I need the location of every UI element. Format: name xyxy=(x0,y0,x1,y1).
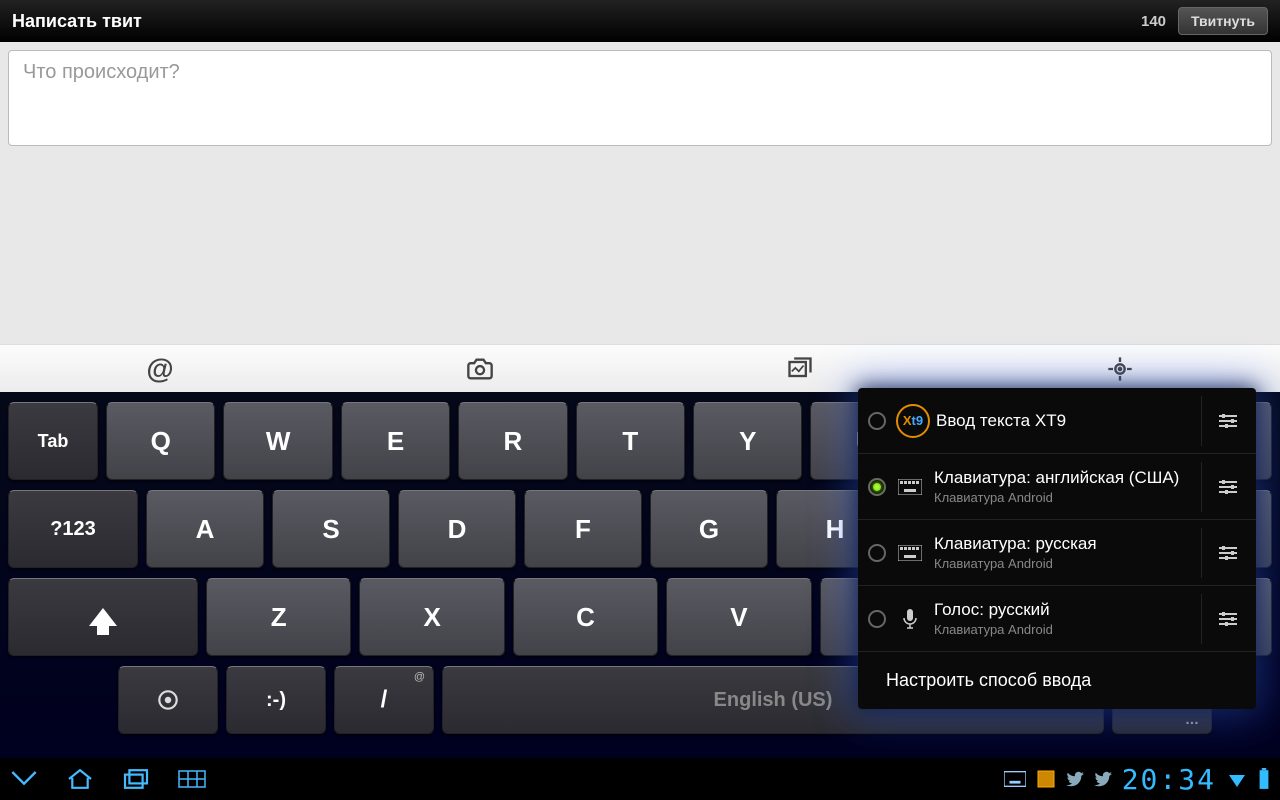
input-method-voice[interactable]: Голос: русский Клавиатура Android xyxy=(858,586,1256,652)
battery-icon xyxy=(1258,768,1270,790)
input-method-xt9[interactable]: Xt9 Ввод текста XT9 xyxy=(858,388,1256,454)
system-navbar: 20:34 xyxy=(0,758,1280,800)
input-method-settings[interactable] xyxy=(1206,475,1250,499)
twitter-icon[interactable] xyxy=(1094,771,1112,787)
keyboard-icon xyxy=(896,543,924,563)
key-tab[interactable]: Tab xyxy=(8,402,98,480)
mic-icon xyxy=(896,609,924,629)
configure-input-method[interactable]: Настроить способ ввода xyxy=(858,652,1256,709)
key-w[interactable]: W xyxy=(223,402,332,480)
radio-icon xyxy=(868,544,886,562)
key-y[interactable]: Y xyxy=(693,402,802,480)
notification-icon[interactable] xyxy=(1036,769,1056,789)
sliders-icon xyxy=(1216,409,1240,433)
recent-apps-icon[interactable] xyxy=(122,768,150,790)
home-icon[interactable] xyxy=(66,768,94,790)
input-method-english[interactable]: Клавиатура: английская (США) Клавиатура … xyxy=(858,454,1256,520)
key-s[interactable]: S xyxy=(272,490,390,568)
sliders-icon xyxy=(1216,475,1240,499)
header: Написать твит 140 Твитнуть xyxy=(0,0,1280,42)
key-g[interactable]: G xyxy=(650,490,768,568)
key-settings[interactable] xyxy=(118,666,218,734)
key-x[interactable]: X xyxy=(359,578,504,656)
wifi-icon xyxy=(1226,769,1248,789)
radio-icon xyxy=(868,610,886,628)
radio-icon xyxy=(868,412,886,430)
key-z[interactable]: Z xyxy=(206,578,351,656)
key-slash[interactable]: / @ xyxy=(334,666,434,734)
location-button[interactable] xyxy=(960,345,1280,392)
char-counter: 140 xyxy=(1141,13,1166,30)
shift-icon xyxy=(89,608,117,626)
back-icon[interactable] xyxy=(10,768,38,790)
camera-icon xyxy=(466,355,494,383)
input-method-popup: Xt9 Ввод текста XT9 Клавиатура: английск… xyxy=(858,388,1256,709)
key-d[interactable]: D xyxy=(398,490,516,568)
radio-icon xyxy=(868,478,886,496)
sliders-icon xyxy=(1216,607,1240,631)
key-r[interactable]: R xyxy=(458,402,567,480)
input-method-settings[interactable] xyxy=(1206,607,1250,631)
key-v[interactable]: V xyxy=(666,578,811,656)
key-q[interactable]: Q xyxy=(106,402,215,480)
gear-icon xyxy=(155,687,181,713)
location-icon xyxy=(1106,355,1134,383)
grid-icon[interactable] xyxy=(178,768,206,790)
page-title: Написать твит xyxy=(12,11,142,32)
gallery-icon xyxy=(786,355,814,383)
key-e[interactable]: E xyxy=(341,402,450,480)
clock: 20:34 xyxy=(1122,763,1216,796)
input-method-settings[interactable] xyxy=(1206,409,1250,433)
key-t[interactable]: T xyxy=(576,402,685,480)
content-area xyxy=(0,154,1280,344)
xt9-icon: Xt9 xyxy=(896,404,930,438)
keyboard-icon xyxy=(896,477,924,497)
compose-toolbar: @ xyxy=(0,344,1280,392)
tweet-button[interactable]: Твитнуть xyxy=(1178,7,1268,35)
input-method-russian[interactable]: Клавиатура: русская Клавиатура Android xyxy=(858,520,1256,586)
camera-button[interactable] xyxy=(320,345,640,392)
key-shift[interactable] xyxy=(8,578,198,656)
input-method-settings[interactable] xyxy=(1206,541,1250,565)
at-icon: @ xyxy=(146,353,173,385)
gallery-button[interactable] xyxy=(640,345,960,392)
key-symbols[interactable]: ?123 xyxy=(8,490,138,568)
sliders-icon xyxy=(1216,541,1240,565)
key-emoji[interactable]: :-) xyxy=(226,666,326,734)
twitter-icon[interactable] xyxy=(1066,771,1084,787)
key-a[interactable]: A xyxy=(146,490,264,568)
key-f[interactable]: F xyxy=(524,490,642,568)
compose-placeholder: Что происходит? xyxy=(23,61,1257,84)
keyboard-status-icon[interactable] xyxy=(1004,771,1026,787)
compose-input[interactable]: Что происходит? xyxy=(8,50,1272,146)
key-c[interactable]: C xyxy=(513,578,658,656)
mention-button[interactable]: @ xyxy=(0,345,320,392)
